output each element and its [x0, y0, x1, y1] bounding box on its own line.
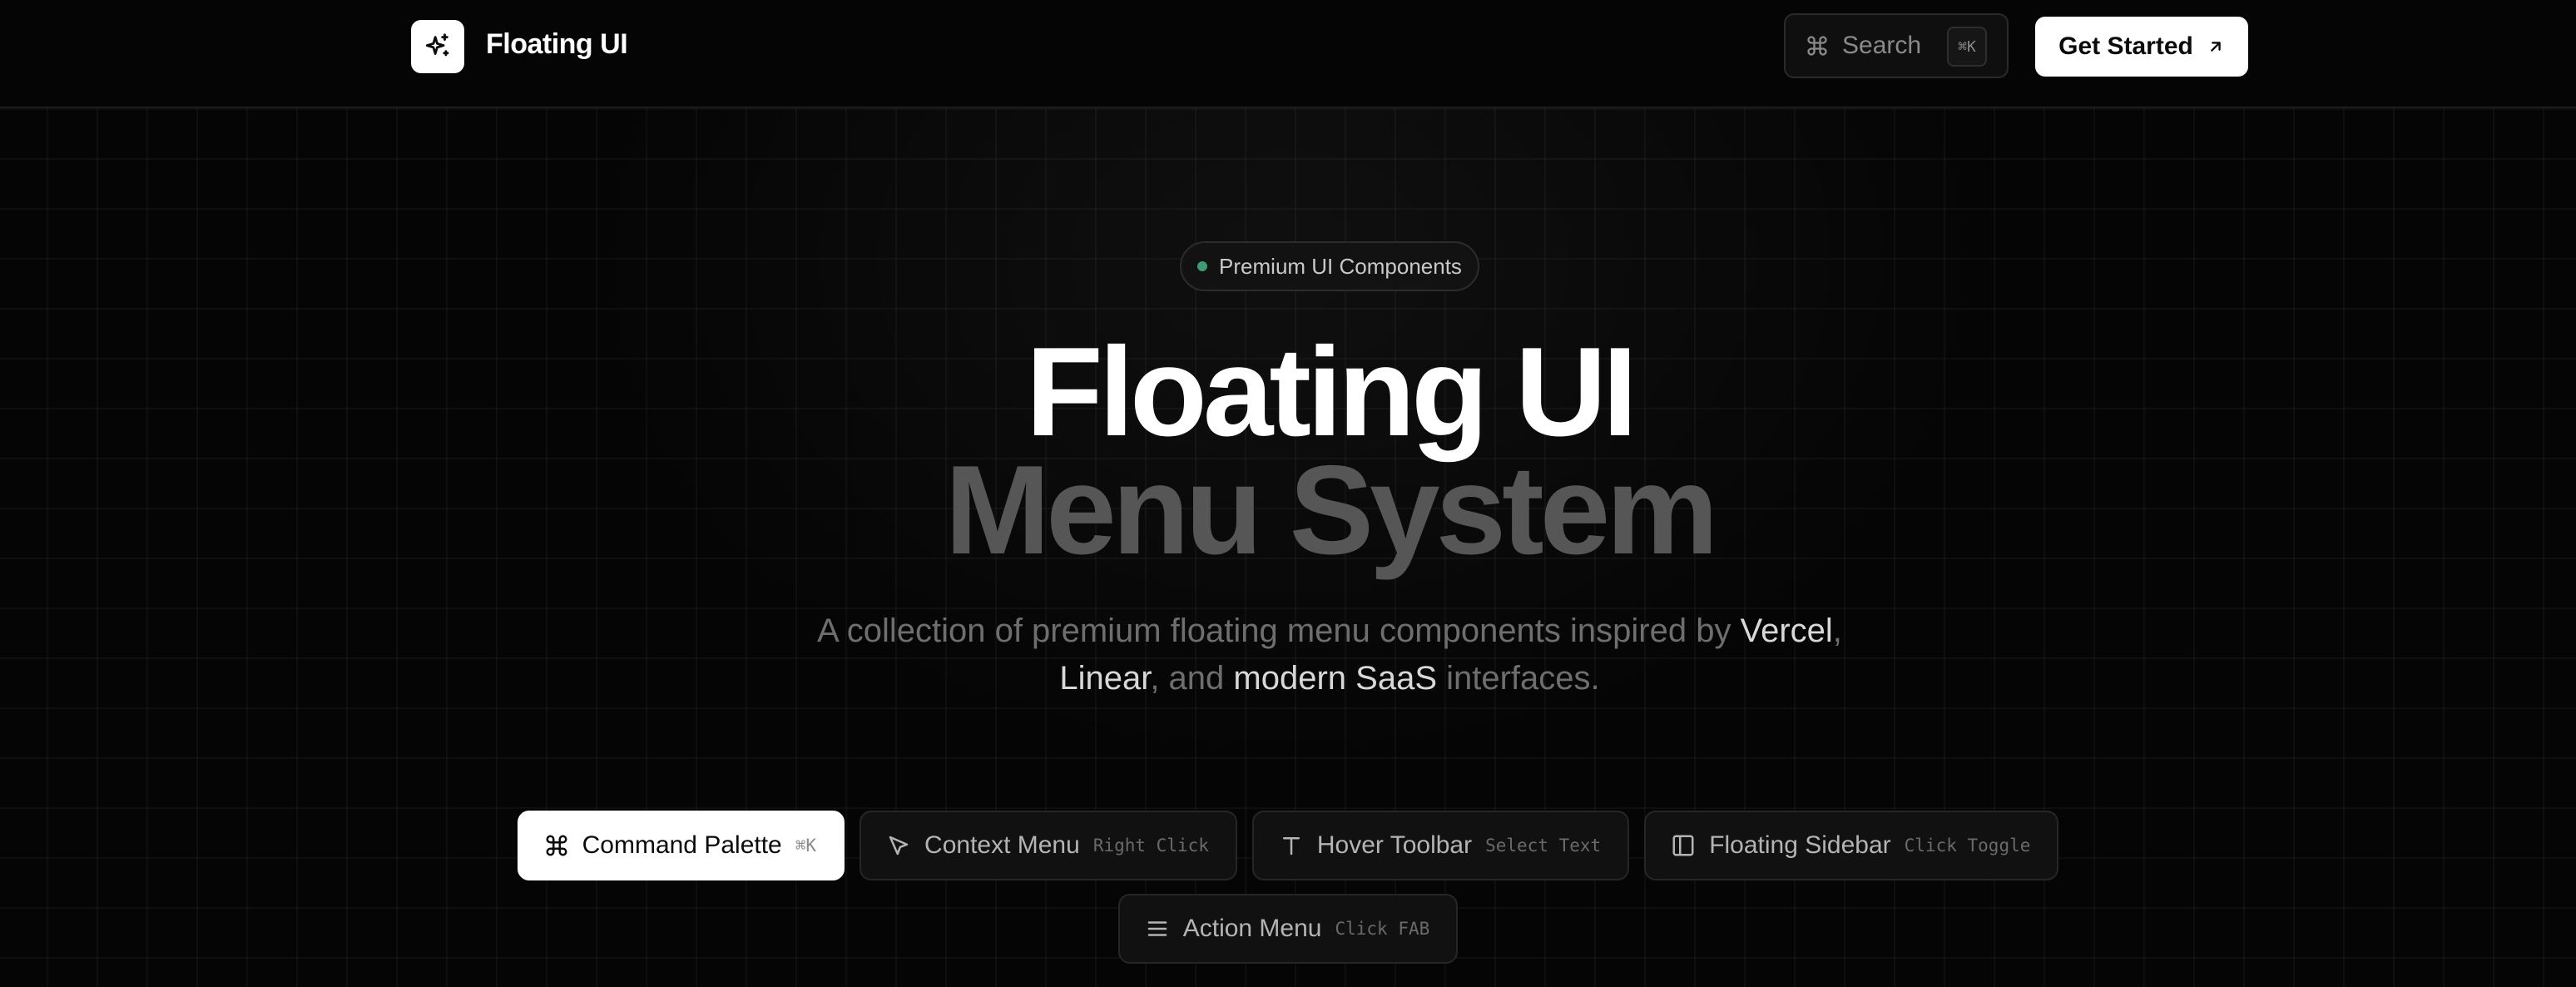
- subtitle-highlight-vercel: Vercel: [1740, 613, 1833, 649]
- tab-label: Command Palette: [582, 831, 782, 859]
- search-shortcut-key: ⌘K: [1947, 27, 1987, 67]
- tab-context-menu[interactable]: Context Menu Right Click: [859, 811, 1237, 880]
- subtitle-part4: interfaces.: [1437, 660, 1600, 697]
- tab-label: Context Menu: [924, 831, 1080, 859]
- get-started-button[interactable]: Get Started: [2035, 17, 2248, 77]
- premium-badge: Premium UI Components: [1180, 241, 1479, 291]
- status-dot: [1197, 261, 1208, 271]
- arrow-up-right-icon: [2207, 37, 2225, 56]
- tab-floating-sidebar[interactable]: Floating Sidebar Click Toggle: [1644, 811, 2059, 880]
- logo-text[interactable]: Floating UI: [486, 28, 628, 61]
- top-navbar: Floating UI Search ⌘K Get Started: [0, 0, 2576, 108]
- type-icon: [1279, 833, 1304, 858]
- subtitle-part3: , and: [1150, 660, 1234, 697]
- page: Floating UI Search ⌘K Get Started Premiu…: [0, 0, 2576, 987]
- tab-hint: Click Toggle: [1904, 836, 2031, 856]
- logo-sparkles-icon[interactable]: [411, 20, 464, 73]
- hero-title-line2: Menu System: [944, 439, 1719, 581]
- tab-label: Hover Toolbar: [1316, 831, 1473, 859]
- tab-action-menu[interactable]: Action Menu Click FAB: [1117, 894, 1459, 964]
- tab-hint: Right Click: [1092, 836, 1209, 856]
- demo-tabs-row-2: Action Menu Click FAB: [0, 894, 2576, 964]
- subtitle-part2: ,: [1832, 613, 1842, 649]
- badge-label: Premium UI Components: [1219, 253, 1462, 279]
- cursor-icon: [886, 833, 911, 858]
- subtitle-highlight-saas: modern SaaS: [1233, 660, 1437, 697]
- tab-label: Floating Sidebar: [1709, 831, 1891, 859]
- tab-label: Action Menu: [1182, 915, 1322, 942]
- subtitle-part1: A collection of premium floating menu co…: [817, 613, 1741, 649]
- tab-hint: Click FAB: [1335, 919, 1430, 939]
- menu-icon: [1145, 916, 1170, 941]
- tab-command-palette[interactable]: Command Palette ⌘K: [517, 811, 845, 880]
- command-icon: [544, 833, 569, 858]
- demo-tabs-row-1: Command Palette ⌘K Context Menu Right Cl…: [0, 811, 2576, 880]
- command-icon: [1806, 34, 1829, 57]
- tab-hint: ⌘K: [795, 836, 817, 856]
- tab-hover-toolbar[interactable]: Hover Toolbar Select Text: [1251, 811, 1630, 880]
- tab-hint: Select Text: [1485, 836, 1602, 856]
- sidebar-icon: [1671, 833, 1696, 858]
- search-label: Search: [1842, 32, 1922, 59]
- get-started-label: Get Started: [2058, 32, 2193, 60]
- subtitle-highlight-linear: Linear: [1059, 660, 1151, 697]
- hero-subtitle: A collection of premium floating menu co…: [706, 608, 1954, 702]
- search-button[interactable]: Search ⌘K: [1784, 13, 2009, 78]
